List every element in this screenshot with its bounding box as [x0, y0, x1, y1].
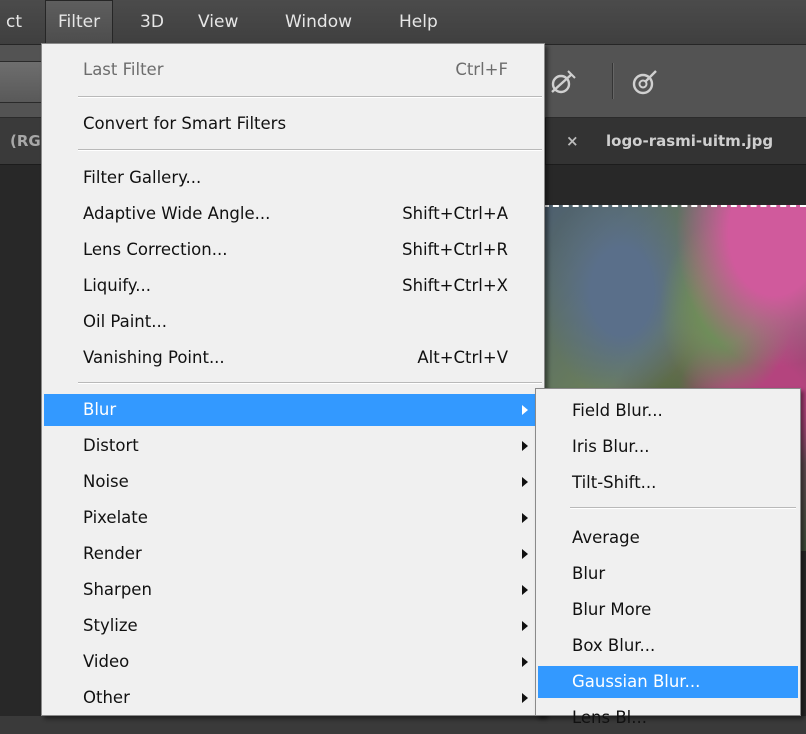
menu-separator — [78, 149, 542, 151]
menu-item-label: Video — [83, 652, 130, 671]
submenu-item-lens-blur[interactable]: Lens Bl... — [538, 702, 798, 734]
menu-item-label: Lens Correction... — [83, 240, 228, 259]
submenu-item-label: Lens Bl... — [572, 708, 647, 727]
submenu-arrow-icon — [522, 441, 528, 451]
close-tab-icon[interactable]: × — [566, 118, 579, 164]
submenu-item-label: Tilt-Shift... — [572, 473, 657, 492]
options-field[interactable] — [0, 61, 46, 103]
menu-item-label: Vanishing Point... — [83, 348, 225, 367]
submenu-arrow-icon — [522, 477, 528, 487]
document-tab-logo[interactable]: × logo-rasmi-uitm.jpg — [545, 118, 806, 164]
menu-item-shortcut: Shift+Ctrl+X — [402, 276, 508, 295]
menu-window[interactable]: Window — [273, 0, 364, 44]
submenu-item-box-blur[interactable]: Box Blur... — [538, 630, 798, 662]
submenu-item-tilt-shift[interactable]: Tilt-Shift... — [538, 467, 798, 499]
blur-submenu: Field Blur... Iris Blur... Tilt-Shift...… — [535, 388, 801, 727]
menu-item-label: Render — [83, 544, 142, 563]
selection-marquee — [543, 205, 806, 207]
menu-item-label: Convert for Smart Filters — [83, 114, 287, 133]
refine-edge-off-icon[interactable] — [546, 65, 580, 99]
menu-separator — [78, 382, 542, 384]
submenu-item-label: Box Blur... — [572, 636, 656, 655]
menu-item-noise[interactable]: Noise — [44, 466, 542, 498]
menu-item-label: Sharpen — [83, 580, 152, 599]
menu-separator — [78, 96, 542, 98]
submenu-separator — [570, 507, 796, 509]
menu-filter[interactable]: Filter — [45, 0, 114, 45]
menu-help[interactable]: Help — [387, 0, 450, 44]
menu-item-label: Adaptive Wide Angle... — [83, 204, 271, 223]
submenu-item-label: Gaussian Blur... — [572, 672, 701, 691]
menu-item-label: Liquify... — [83, 276, 151, 295]
submenu-arrow-icon — [522, 621, 528, 631]
menu-item-last-filter: Last Filter Ctrl+F — [44, 54, 542, 86]
menu-item-stylize[interactable]: Stylize — [44, 610, 542, 642]
submenu-arrow-icon — [522, 693, 528, 703]
options-separator — [612, 63, 613, 99]
submenu-item-label: Field Blur... — [572, 401, 663, 420]
menubar: ct Filter 3D View Window Help — [0, 0, 806, 45]
submenu-item-label: Blur More — [572, 600, 652, 619]
submenu-arrow-icon — [522, 585, 528, 595]
menu-item-label: Distort — [83, 436, 139, 455]
document-tab-label: logo-rasmi-uitm.jpg — [606, 132, 774, 150]
menu-item-adaptive-wide-angle[interactable]: Adaptive Wide Angle... Shift+Ctrl+A — [44, 198, 542, 230]
menu-item-sharpen[interactable]: Sharpen — [44, 574, 542, 606]
submenu-item-field-blur[interactable]: Field Blur... — [538, 395, 798, 427]
menu-item-video[interactable]: Video — [44, 646, 542, 678]
menu-item-liquify[interactable]: Liquify... Shift+Ctrl+X — [44, 270, 542, 302]
menu-3d[interactable]: 3D — [128, 0, 176, 44]
menu-item-label: Oil Paint... — [83, 312, 167, 331]
menu-view[interactable]: View — [186, 0, 250, 44]
submenu-arrow-icon — [522, 513, 528, 523]
menu-item-shortcut: Shift+Ctrl+R — [402, 240, 508, 259]
submenu-arrow-icon — [522, 405, 528, 415]
filter-menu: Last Filter Ctrl+F Convert for Smart Fil… — [41, 43, 545, 716]
submenu-item-label: Blur — [572, 564, 606, 583]
submenu-item-gaussian-blur[interactable]: Gaussian Blur... — [538, 666, 798, 698]
menu-item-convert-smart-filters[interactable]: Convert for Smart Filters — [44, 108, 542, 140]
menu-item-oil-paint[interactable]: Oil Paint... — [44, 306, 542, 338]
menu-item-shortcut: Ctrl+F — [455, 60, 508, 79]
submenu-item-blur-more[interactable]: Blur More — [538, 594, 798, 626]
menu-item-pixelate[interactable]: Pixelate — [44, 502, 542, 534]
menu-item-shortcut: Shift+Ctrl+A — [402, 204, 508, 223]
menu-item-label: Filter Gallery... — [83, 168, 202, 187]
menu-item-vanishing-point[interactable]: Vanishing Point... Alt+Ctrl+V — [44, 342, 542, 374]
submenu-item-label: Iris Blur... — [572, 437, 650, 456]
submenu-arrow-icon — [522, 549, 528, 559]
menu-item-label: Noise — [83, 472, 129, 491]
submenu-item-iris-blur[interactable]: Iris Blur... — [538, 431, 798, 463]
submenu-item-blur[interactable]: Blur — [538, 558, 798, 590]
menu-item-lens-correction[interactable]: Lens Correction... Shift+Ctrl+R — [44, 234, 542, 266]
menu-item-label: Blur — [83, 400, 117, 419]
menu-select[interactable]: ct — [0, 0, 34, 44]
menu-item-label: Pixelate — [83, 508, 148, 527]
menu-item-other[interactable]: Other — [44, 682, 542, 714]
menu-item-label: Last Filter — [83, 60, 164, 79]
menu-item-filter-gallery[interactable]: Filter Gallery... — [44, 162, 542, 194]
menu-item-shortcut: Alt+Ctrl+V — [417, 348, 508, 367]
menu-item-label: Stylize — [83, 616, 138, 635]
menu-item-render[interactable]: Render — [44, 538, 542, 570]
submenu-item-average[interactable]: Average — [538, 522, 798, 554]
menu-item-distort[interactable]: Distort — [44, 430, 542, 462]
target-brush-icon[interactable] — [628, 65, 662, 99]
menu-item-blur[interactable]: Blur — [44, 394, 542, 426]
submenu-item-label: Average — [572, 528, 640, 547]
submenu-arrow-icon — [522, 657, 528, 667]
menu-item-label: Other — [83, 688, 130, 707]
